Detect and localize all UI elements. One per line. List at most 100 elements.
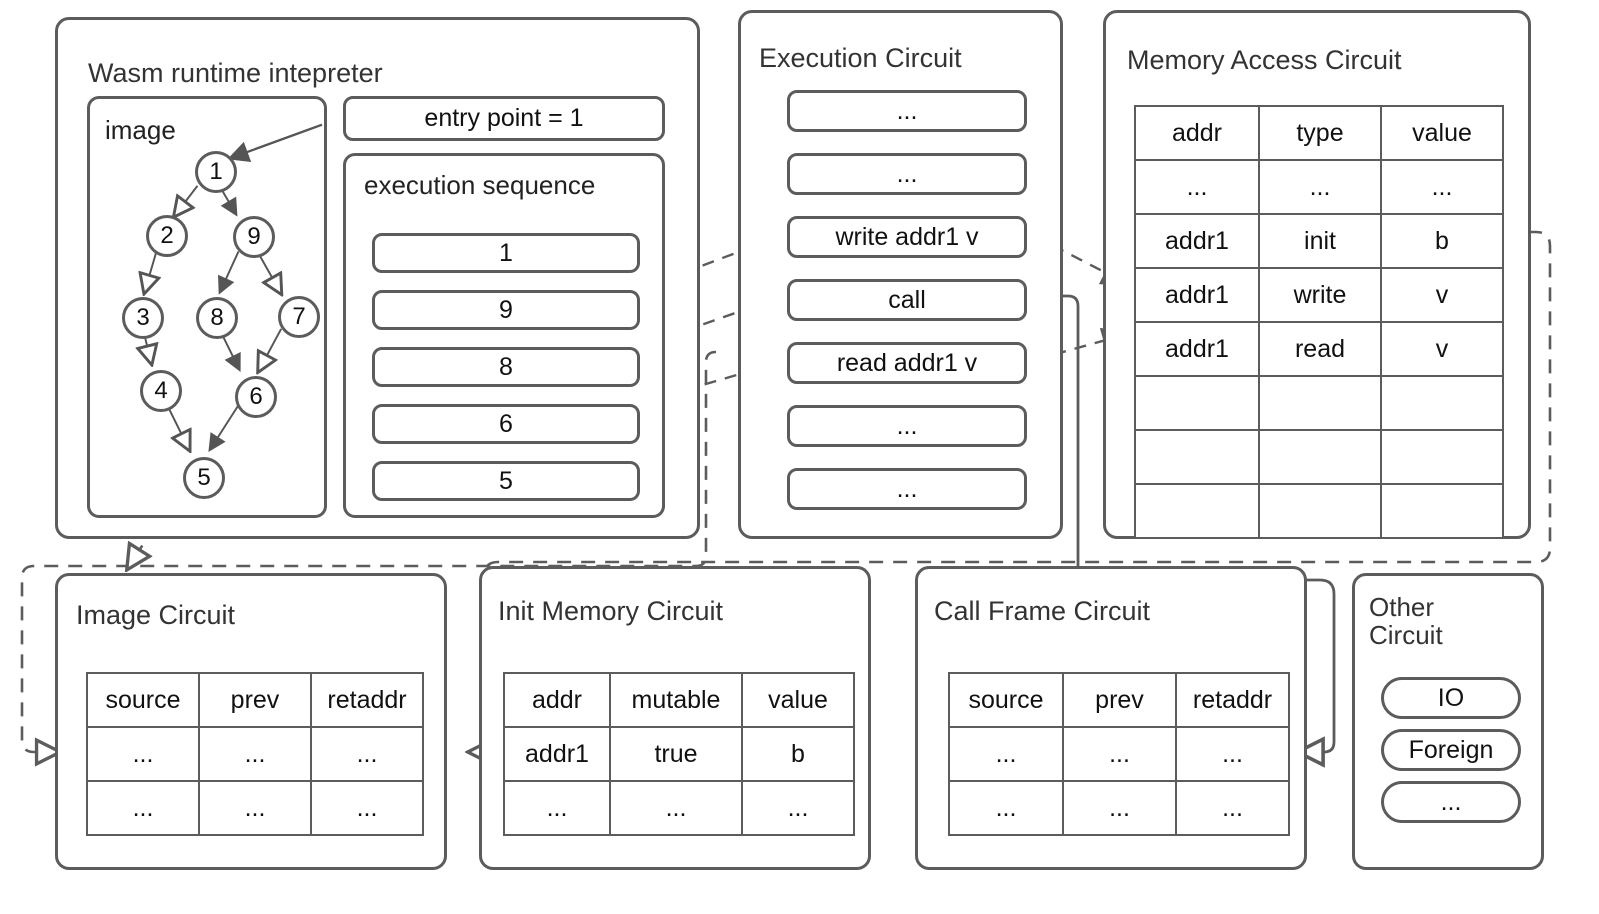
- execution-sequence-item[interactable]: 8: [372, 347, 640, 387]
- panel-other-circuit[interactable]: Other Circuit IO Foreign...: [1352, 573, 1544, 870]
- memory-access-cell: ...: [1134, 159, 1260, 215]
- memory-access-row[interactable]: [1134, 429, 1504, 485]
- execution-sequence-item[interactable]: 9: [372, 290, 640, 330]
- graph-node-2[interactable]: 2: [146, 215, 188, 257]
- graph-edge-9-8: [218, 251, 240, 295]
- call-frame-cell: ...: [948, 726, 1064, 782]
- memory-access-cell: [1380, 483, 1504, 539]
- memory-access-cell: read: [1258, 321, 1382, 377]
- memory-access-cell: [1134, 375, 1260, 431]
- call-frame-header-row: source prev retaddr: [948, 672, 1290, 728]
- panel-execution-circuit[interactable]: Execution Circuit ...... write addr1 v cal…: [738, 10, 1063, 539]
- entry-point-label: entry point = 1: [424, 104, 584, 132]
- memory-access-cell: addr1: [1134, 213, 1260, 269]
- image-circuit-cell: ...: [198, 726, 312, 782]
- image-subpanel[interactable]: image 129387465: [87, 96, 327, 518]
- other-circuit-item[interactable]: Foreign: [1381, 729, 1521, 771]
- execution-sequence-subpanel[interactable]: execution sequence 1 9 8 6 5: [343, 153, 665, 518]
- image-circuit-cell: ...: [86, 780, 200, 836]
- panel-title-wasm-runtime: Wasm runtime intepreter: [88, 58, 383, 88]
- memory-access-cell: [1258, 429, 1382, 485]
- other-circuit-item[interactable]: ...: [1381, 781, 1521, 823]
- execution-sequence-title: execution sequence: [364, 170, 596, 200]
- image-circuit-cell: ...: [198, 780, 312, 836]
- panel-init-memory-circuit[interactable]: Init Memory Circuit addr mutable value addr…: [479, 566, 871, 870]
- init-memory-cell: ...: [741, 780, 855, 836]
- panel-wasm-runtime[interactable]: Wasm runtime intepreter image 129387465 …: [55, 17, 700, 539]
- image-circuit-row[interactable]: .........: [86, 780, 424, 836]
- memory-access-row[interactable]: addr1 write v: [1134, 267, 1504, 323]
- init-memory-cell: b: [741, 726, 855, 782]
- memory-access-header-cell: addr: [1134, 105, 1260, 161]
- graph-edge-2-3: [145, 251, 156, 291]
- graph-edge-7-6: [260, 328, 283, 369]
- image-circuit-header-cell: retaddr: [310, 672, 424, 728]
- init-memory-row[interactable]: .........: [503, 780, 855, 836]
- memory-access-row[interactable]: [1134, 483, 1504, 539]
- image-circuit-cell: ...: [86, 726, 200, 782]
- panel-title-memory-access-circuit: Memory Access Circuit: [1127, 45, 1402, 75]
- image-circuit-header-cell: prev: [198, 672, 312, 728]
- panel-call-frame-circuit[interactable]: Call Frame Circuit source prev retaddr....…: [915, 566, 1307, 870]
- call-frame-header-cell: source: [948, 672, 1064, 728]
- init-memory-header-row: addr mutable value: [503, 672, 855, 728]
- init-memory-header-cell: addr: [503, 672, 611, 728]
- memory-access-cell: v: [1380, 321, 1504, 377]
- call-frame-cell: ...: [1175, 726, 1290, 782]
- execution-circuit-row[interactable]: read addr1 v: [787, 342, 1027, 384]
- graph-node-6[interactable]: 6: [235, 376, 277, 418]
- graph-node-1[interactable]: 1: [195, 151, 237, 193]
- execution-circuit-row[interactable]: ...: [787, 90, 1027, 132]
- graph-node-9[interactable]: 9: [233, 216, 275, 258]
- execution-circuit-row[interactable]: call: [787, 279, 1027, 321]
- init-memory-cell: addr1: [503, 726, 611, 782]
- call-frame-cell: ...: [1175, 780, 1290, 836]
- call-frame-row[interactable]: .........: [948, 726, 1290, 782]
- call-frame-row[interactable]: .........: [948, 780, 1290, 836]
- image-circuit-row[interactable]: .........: [86, 726, 424, 782]
- execution-circuit-row[interactable]: ...: [787, 405, 1027, 447]
- call-frame-header-cell: retaddr: [1175, 672, 1290, 728]
- memory-access-cell: init: [1258, 213, 1382, 269]
- execution-sequence-item[interactable]: 1: [372, 233, 640, 273]
- execution-circuit-row[interactable]: ...: [787, 153, 1027, 195]
- graph-node-3[interactable]: 3: [122, 297, 164, 339]
- memory-access-cell: [1258, 375, 1382, 431]
- entry-point-arrow: [227, 123, 323, 163]
- init-memory-cell: true: [609, 726, 743, 782]
- execution-circuit-row[interactable]: ...: [787, 468, 1027, 510]
- graph-node-8[interactable]: 8: [196, 297, 238, 339]
- panel-title-other-circuit: Other Circuit: [1369, 592, 1443, 651]
- panel-title-init-memory-circuit: Init Memory Circuit: [498, 596, 724, 626]
- call-frame-header-cell: prev: [1062, 672, 1177, 728]
- memory-access-table: addr type value......... addr1 init b addr1 wri…: [1134, 105, 1504, 539]
- memory-access-row[interactable]: addr1 init b: [1134, 213, 1504, 269]
- panel-image-circuit[interactable]: Image Circuit source prev retaddr.........…: [55, 573, 447, 870]
- memory-access-cell: ...: [1380, 159, 1504, 215]
- graph-edge-6-5: [208, 405, 239, 453]
- entry-point-box[interactable]: entry point = 1: [343, 96, 665, 141]
- memory-access-row[interactable]: addr1 read v: [1134, 321, 1504, 377]
- memory-access-row[interactable]: [1134, 375, 1504, 431]
- call-frame-cell: ...: [948, 780, 1064, 836]
- execution-circuit-row[interactable]: write addr1 v: [787, 216, 1027, 258]
- memory-access-header-cell: value: [1380, 105, 1504, 161]
- memory-access-cell: [1380, 375, 1504, 431]
- other-circuit-item[interactable]: IO: [1381, 677, 1521, 719]
- memory-access-cell: [1134, 429, 1260, 485]
- graph-node-5[interactable]: 5: [183, 457, 225, 499]
- memory-access-cell: ...: [1258, 159, 1382, 215]
- graph-node-4[interactable]: 4: [140, 370, 182, 412]
- image-circuit-cell: ...: [310, 726, 424, 782]
- memory-access-cell: write: [1258, 267, 1382, 323]
- init-memory-cell: ...: [609, 780, 743, 836]
- memory-access-cell: addr1: [1134, 321, 1260, 377]
- execution-sequence-item[interactable]: 6: [372, 404, 640, 444]
- memory-access-row[interactable]: .........: [1134, 159, 1504, 215]
- execution-sequence-item[interactable]: 5: [372, 461, 640, 501]
- init-memory-row[interactable]: addr1 true b: [503, 726, 855, 782]
- call-frame-table: source prev retaddr..................: [948, 672, 1290, 836]
- image-circuit-cell: ...: [310, 780, 424, 836]
- panel-memory-access-circuit[interactable]: Memory Access Circuit addr type value.....…: [1103, 10, 1531, 539]
- graph-node-7[interactable]: 7: [278, 296, 320, 338]
